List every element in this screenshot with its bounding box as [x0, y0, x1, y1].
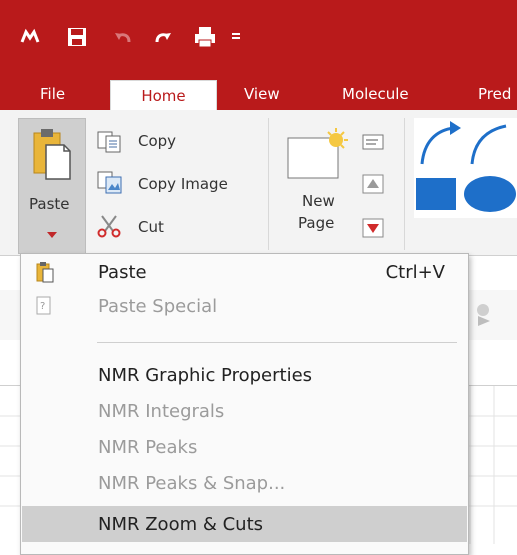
new-page-button[interactable]: New Page: [282, 118, 352, 248]
copy-image-icon: [96, 170, 126, 196]
menu-item-paste[interactable]: Paste Ctrl+V: [22, 256, 467, 289]
scissors-icon: [96, 214, 126, 240]
menu-item-nmr-zoom-cuts[interactable]: NMR Zoom & Cuts: [22, 506, 467, 542]
copy-image-button[interactable]: Copy Image: [138, 175, 228, 193]
tab-home[interactable]: Home: [110, 80, 217, 111]
new-page-label-line2: Page: [298, 214, 335, 232]
menu-item-nmr-peaks[interactable]: NMR Peaks: [22, 431, 467, 464]
menu-item-label: NMR Graphic Properties: [98, 365, 313, 386]
menu-item-paste-special[interactable]: ? Paste Special: [22, 290, 467, 323]
copy-button[interactable]: Copy: [138, 132, 176, 150]
move-up-icon[interactable]: [362, 174, 386, 196]
move-down-icon[interactable]: [362, 218, 386, 240]
paste-label: Paste: [29, 195, 70, 213]
paste-special-icon: ?: [36, 296, 52, 321]
menu-item-shortcut: Ctrl+V: [385, 262, 445, 283]
group-separator: [404, 118, 405, 250]
menu-item-label: NMR Peaks: [98, 437, 198, 458]
group-separator: [268, 118, 269, 250]
redo-icon[interactable]: [150, 24, 176, 50]
tab-file[interactable]: File: [40, 78, 65, 110]
shapes-gallery[interactable]: [414, 118, 517, 218]
menu-separator: [97, 342, 457, 343]
menu-item-label: NMR Peaks & Snap...: [98, 473, 286, 494]
menu-item-label: NMR Zoom & Cuts: [98, 513, 264, 535]
print-icon[interactable]: [190, 24, 220, 50]
menu-item-nmr-integrals[interactable]: NMR Integrals: [22, 395, 467, 428]
svg-text:?: ?: [40, 301, 45, 312]
text-box-icon[interactable]: [362, 134, 386, 156]
chevron-down-icon: [47, 223, 57, 242]
cut-button[interactable]: Cut: [138, 218, 164, 236]
new-page-icon: [286, 128, 348, 184]
tab-pred[interactable]: Pred: [478, 78, 511, 110]
toolbar-arrow-icon[interactable]: [470, 300, 500, 330]
clipboard-icon: [32, 127, 72, 185]
save-icon[interactable]: [64, 24, 90, 50]
paste-dropdown-menu: Paste Ctrl+V ? Paste Special NMR Graphic…: [20, 253, 469, 555]
menu-item-label: Paste: [98, 262, 147, 283]
paste-icon: [36, 261, 54, 288]
tab-molecule[interactable]: Molecule: [342, 78, 409, 110]
new-page-label-line1: New: [302, 192, 335, 210]
copy-icon: [96, 130, 126, 156]
customize-qat-icon[interactable]: [228, 24, 244, 50]
undo-icon[interactable]: [110, 24, 136, 50]
paste-button[interactable]: Paste: [18, 118, 86, 254]
menu-item-nmr-peaks-snap[interactable]: NMR Peaks & Snap...: [22, 467, 467, 500]
menu-item-label: NMR Integrals: [98, 401, 225, 422]
menu-item-label: Paste Special: [98, 296, 218, 317]
menu-item-nmr-graphic-properties[interactable]: NMR Graphic Properties: [22, 359, 467, 392]
tab-view[interactable]: View: [244, 78, 280, 110]
app-logo-icon[interactable]: [18, 24, 42, 50]
